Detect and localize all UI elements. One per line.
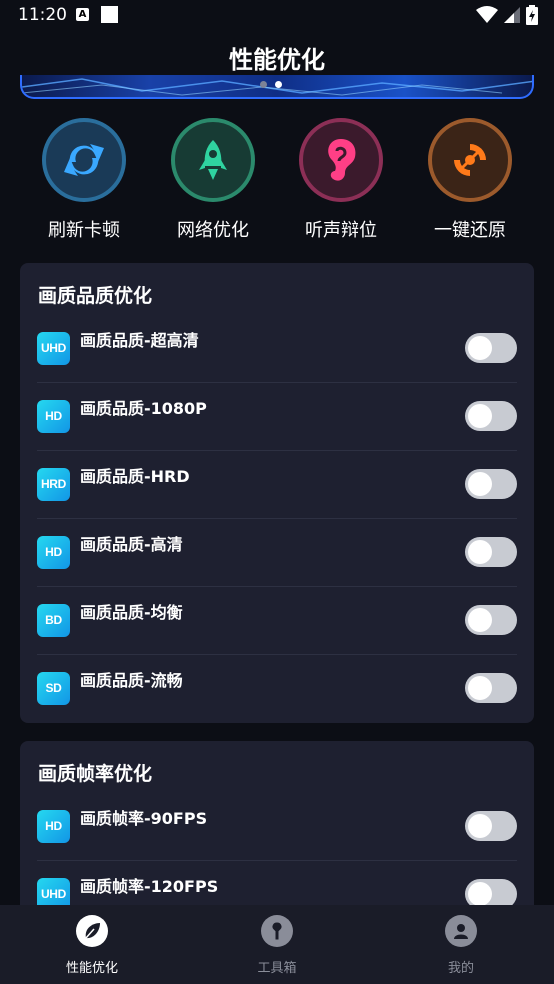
toggle-knob	[468, 472, 492, 496]
bd-badge-icon: BD	[37, 604, 70, 637]
hd-badge-icon: HD	[37, 536, 70, 569]
notification-square-icon	[101, 6, 118, 23]
item-label: 画质品质-均衡	[80, 603, 183, 622]
bottom-nav: 性能优化 工具箱 我的	[0, 905, 554, 984]
item-label: 画质帧率-90FPS	[80, 809, 208, 828]
restore-icon-ring	[428, 118, 512, 202]
toggle-knob	[468, 404, 492, 428]
hrd-badge-icon: HRD	[37, 468, 70, 501]
restore-icon	[454, 144, 486, 176]
quick-action-refresh[interactable]: 刷新卡顿	[34, 118, 134, 242]
item-label: 画质品质-超高清	[80, 331, 199, 350]
nav-item-toolbox[interactable]: 工具箱	[217, 905, 337, 984]
list-item: SD 画质品质-流畅	[37, 655, 517, 723]
list-item: HD 画质品质-高清	[37, 519, 517, 587]
status-bar: 11:20 A	[0, 0, 554, 30]
ear-icon-ring	[299, 118, 383, 202]
card-title: 画质帧率优化	[38, 763, 153, 785]
quick-action-restore[interactable]: 一键还原	[420, 118, 520, 242]
banner-dot-active	[275, 81, 282, 88]
wrench-icon	[261, 915, 293, 947]
nav-label: 性能优化	[65, 961, 118, 976]
rocket-icon-ring	[171, 118, 255, 202]
page-title: 性能优化	[229, 46, 325, 74]
list-item: HD 画质帧率-90FPS	[37, 793, 517, 861]
card-title: 画质品质优化	[38, 285, 153, 307]
ear-icon	[328, 139, 356, 181]
quick-actions: 刷新卡顿 网络优化 听声辩位 一键还原	[0, 118, 554, 248]
list-item: HD 画质品质-1080P	[37, 383, 517, 451]
toggle-knob	[468, 336, 492, 360]
user-icon	[445, 915, 477, 947]
item-label: 画质品质-1080P	[80, 399, 207, 418]
quick-action-network[interactable]: 网络优化	[163, 118, 263, 242]
rocket-icon	[199, 140, 227, 180]
hd-badge-icon: HD	[37, 810, 70, 843]
signal-icon	[504, 7, 520, 23]
battery-icon	[526, 5, 538, 25]
toggle-switch[interactable]	[465, 673, 517, 703]
toggle-switch[interactable]	[465, 333, 517, 363]
quality-card: 画质品质优化 UHD 画质品质-超高清 HD 画质品质-1080P HRD 画质…	[20, 263, 534, 723]
status-icons	[476, 5, 538, 25]
sd-badge-icon: SD	[37, 672, 70, 705]
app-notification-icon: A	[76, 8, 89, 21]
toggle-knob	[468, 608, 492, 632]
banner-dot	[260, 81, 267, 88]
toggle-knob	[468, 814, 492, 838]
nav-item-profile[interactable]: 我的	[401, 905, 521, 984]
quick-action-label: 网络优化	[177, 220, 249, 241]
refresh-icon	[64, 144, 104, 176]
toggle-knob	[468, 540, 492, 564]
wifi-icon	[476, 6, 498, 23]
status-time: 11:20	[18, 5, 67, 25]
toggle-knob	[468, 882, 492, 906]
toggle-knob	[468, 676, 492, 700]
toggle-switch[interactable]	[465, 811, 517, 841]
uhd-badge-icon: UHD	[37, 332, 70, 365]
item-label: 画质品质-高清	[80, 535, 183, 554]
leaf-icon	[76, 915, 108, 947]
banner-page-indicator	[260, 81, 282, 88]
nav-label: 我的	[447, 961, 474, 976]
item-label: 画质品质-流畅	[80, 671, 183, 690]
quick-action-label: 听声辩位	[305, 220, 377, 241]
toggle-switch[interactable]	[465, 469, 517, 499]
quick-action-sound[interactable]: 听声辩位	[291, 118, 391, 242]
hd-badge-icon: HD	[37, 400, 70, 433]
toggle-switch[interactable]	[465, 605, 517, 635]
quick-action-label: 一键还原	[434, 220, 506, 241]
list-item: UHD 画质品质-超高清	[37, 315, 517, 383]
toggle-switch[interactable]	[465, 537, 517, 567]
item-label: 画质品质-HRD	[80, 467, 190, 486]
quick-action-label: 刷新卡顿	[48, 220, 120, 241]
toggle-switch[interactable]	[465, 401, 517, 431]
list-item: BD 画质品质-均衡	[37, 587, 517, 655]
refresh-icon-ring	[42, 118, 126, 202]
nav-label: 工具箱	[257, 961, 297, 976]
item-label: 画质帧率-120FPS	[80, 877, 219, 896]
list-item: HRD 画质品质-HRD	[37, 451, 517, 519]
nav-item-performance[interactable]: 性能优化	[32, 905, 152, 984]
